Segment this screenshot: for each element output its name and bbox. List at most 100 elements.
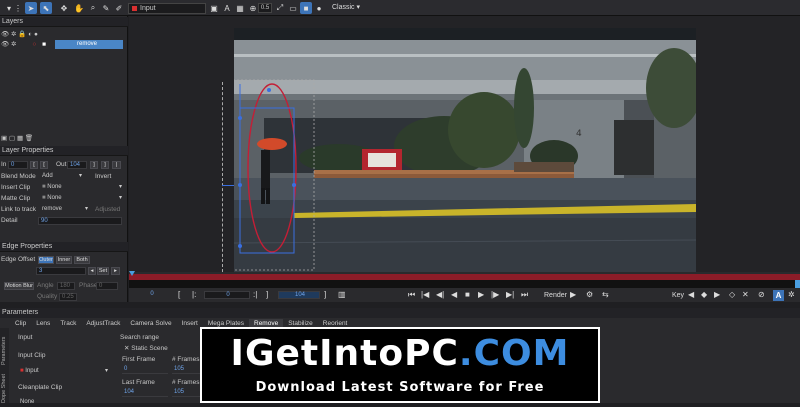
gear-icon[interactable]: ⚙ <box>586 290 593 299</box>
link-to-track-select[interactable]: remove ▾ <box>40 206 88 214</box>
in-frame-field[interactable]: 0 <box>204 291 250 299</box>
angle-field[interactable]: 180 <box>57 282 75 290</box>
delete-keyframe-icon[interactable]: ✕ <box>742 290 749 299</box>
clear-keyframes-icon[interactable]: ⊘ <box>758 290 765 299</box>
keyframe-icon[interactable]: ◆ <box>701 290 707 299</box>
solid-icon[interactable]: ■ <box>300 2 312 14</box>
edge-mode-both[interactable]: Both <box>74 256 90 264</box>
in-field[interactable]: 0 <box>8 161 28 169</box>
frames-value-1: 105 <box>174 366 185 372</box>
edge-mode-outer[interactable]: Outer <box>38 256 54 264</box>
tab-lens[interactable]: Lens <box>31 319 56 328</box>
play-back-icon[interactable]: ◀ <box>451 290 457 299</box>
edge-mode-inner[interactable]: Inner <box>56 256 72 264</box>
matte-clip-select[interactable]: ■ None ▾ <box>40 195 122 203</box>
input-clip-select[interactable]: ■ Input ▾ <box>18 368 108 376</box>
paint-tool-icon[interactable]: ✎ <box>100 2 112 14</box>
pointer-tool-icon[interactable]: ➤ <box>25 2 37 14</box>
blend-mode-select[interactable]: Add ▾ <box>40 173 82 181</box>
add-layer-icon[interactable]: ▣ <box>1 135 7 142</box>
set-out-icon[interactable]: :| <box>253 290 257 299</box>
zoom-value[interactable]: 0.5 <box>258 3 272 13</box>
select-tool-icon[interactable]: ⬉ <box>40 2 52 14</box>
transform-tool-icon[interactable]: ✥ <box>58 2 70 14</box>
edge-offset-field[interactable]: 3 <box>36 267 86 275</box>
layer-swatch-icon[interactable]: ■ <box>42 41 46 48</box>
zoom-tool-icon[interactable]: ⌕ <box>87 2 99 14</box>
step-back-icon[interactable]: ◀| <box>436 290 444 299</box>
duplicate-layer-icon[interactable]: ▢ <box>9 135 15 142</box>
playhead-marker[interactable] <box>129 271 135 276</box>
insert-clip-select[interactable]: ■ None ▾ <box>40 184 122 192</box>
view-mode-icon[interactable]: ▣ <box>208 2 220 14</box>
settings-round-icon[interactable]: ● <box>313 2 325 14</box>
motion-blur-button[interactable]: Motion Blur <box>4 282 34 290</box>
edge-offset-minus-button[interactable]: ◂ <box>88 267 96 275</box>
out-set-button[interactable]: ] <box>90 161 98 169</box>
set-in-icon[interactable]: |: <box>192 290 196 299</box>
frame-icon[interactable]: ▭ <box>287 2 299 14</box>
alpha-icon[interactable]: A <box>221 2 233 14</box>
autokey-button[interactable]: A <box>773 290 784 301</box>
first-frame-icon[interactable]: ⏮ <box>408 290 415 300</box>
side-tab-dope-sheet[interactable]: Dope Sheet <box>1 374 7 403</box>
phase-field[interactable]: 0 <box>96 282 118 290</box>
prev-keyframe-icon[interactable]: ◀ <box>688 290 694 299</box>
edge-offset-marker-button[interactable]: ▸ <box>111 267 120 275</box>
quality-field[interactable]: 0.25 <box>59 293 77 301</box>
in-set-button[interactable]: [ <box>30 161 38 169</box>
out-bracket-icon[interactable]: ] <box>266 290 268 299</box>
last-frame-field[interactable]: 104 <box>122 389 168 397</box>
group-layer-icon[interactable]: ▦ <box>17 135 23 142</box>
range-end-icon[interactable]: ] <box>324 290 326 299</box>
cleanplate-clip-select[interactable]: None <box>18 399 108 407</box>
detail-field[interactable]: 90 <box>38 217 122 225</box>
end-marker[interactable] <box>795 280 800 288</box>
play-icon[interactable]: ▶ <box>478 290 484 299</box>
next-keyframe-icon[interactable]: ▶ <box>714 290 720 299</box>
edge-set-button[interactable]: Set <box>97 267 109 275</box>
in-clear-button[interactable]: [ <box>40 161 48 169</box>
key-settings-icon[interactable]: ✲ <box>788 290 795 299</box>
invert-toggle[interactable]: Invert <box>95 172 111 182</box>
viewer-frame-image[interactable]: 4 <box>234 28 696 272</box>
fit-icon[interactable]: ⤢ <box>274 2 286 14</box>
tab-clip[interactable]: Clip <box>10 319 32 328</box>
in-bracket-icon[interactable]: [ <box>178 290 180 299</box>
side-tab-parameters[interactable]: Parameters <box>1 337 7 365</box>
step-forward-icon[interactable]: |▶ <box>491 290 499 299</box>
render-icon[interactable]: ▶ <box>570 290 576 299</box>
layer-item-remove[interactable]: remove <box>55 40 123 49</box>
next-key-icon[interactable]: ▶| <box>506 290 514 299</box>
clip-icon[interactable]: ▥ <box>338 290 346 299</box>
delete-layer-icon[interactable]: 🗑 <box>25 135 33 142</box>
add-keyframe-icon[interactable]: ◇ <box>729 290 735 299</box>
frames-field-1[interactable]: 105 <box>172 366 200 374</box>
static-scene-checkbox[interactable]: ✕ Static Scene <box>124 344 168 354</box>
out-field[interactable]: 104 <box>67 161 87 169</box>
brush-tool-icon[interactable]: ✐ <box>113 2 125 14</box>
timeline-ruler[interactable] <box>129 280 800 288</box>
tab-adjusttrack[interactable]: AdjustTrack <box>81 319 126 328</box>
tab-track[interactable]: Track <box>55 319 82 328</box>
input-clip-select[interactable]: Input <box>128 3 206 14</box>
workspace-select[interactable]: Classic ▾ <box>332 3 360 11</box>
tab-camera-solve[interactable]: Camera Solve <box>125 319 177 328</box>
last-frame-icon[interactable]: ⏭ <box>521 290 528 300</box>
layer-color-icon[interactable]: ○ <box>32 41 36 48</box>
frames-field-2[interactable]: 105 <box>172 389 200 397</box>
loop-icon[interactable]: ⇆ <box>602 290 609 299</box>
prev-key-icon[interactable]: |◀ <box>421 290 429 299</box>
out-marker-button[interactable]: | <box>112 161 121 169</box>
start-frame-field[interactable]: 0 <box>132 291 170 299</box>
stop-icon[interactable]: ■ <box>465 290 470 299</box>
grid-icon[interactable]: ▦ <box>234 2 246 14</box>
adjusted-toggle[interactable]: Adjusted <box>95 205 120 215</box>
current-frame-field[interactable]: 104 <box>278 291 320 299</box>
hand-tool-icon[interactable]: ✋ <box>73 2 85 14</box>
tab-insert[interactable]: Insert <box>176 319 203 328</box>
out-clear-button[interactable]: ] <box>101 161 109 169</box>
first-frame-field[interactable]: 0 <box>122 366 168 374</box>
layer-visibility-icon[interactable]: 👁 ✲ <box>1 41 17 48</box>
spline-handle[interactable] <box>222 185 234 186</box>
